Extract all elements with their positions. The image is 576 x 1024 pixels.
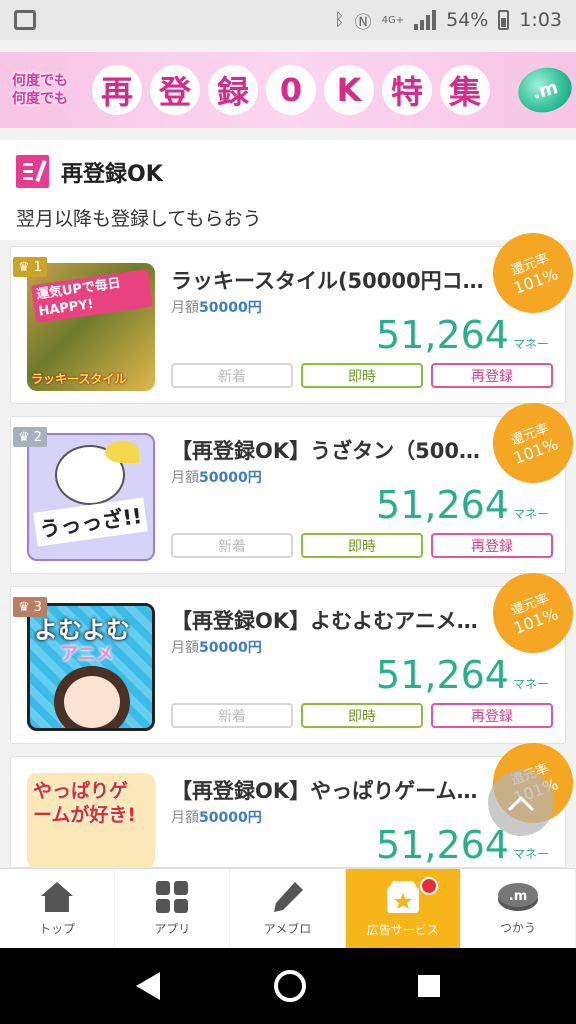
tag-new: 新着	[171, 533, 293, 558]
app-card[interactable]: やっぱりゲームが好き! 【再登録OK】やっぱりゲーム… 月額50000円 51,…	[10, 731, 576, 869]
tag-row: 新着 即時 再登録	[171, 363, 553, 388]
chevron-up-icon	[507, 795, 535, 812]
crown-icon: ♛	[18, 259, 30, 275]
tag-instant: 即時	[301, 533, 423, 558]
tag-instant: 即時	[301, 703, 423, 728]
reward-amount: 51,264 マネー	[376, 653, 549, 697]
coin-icon: .m	[497, 883, 538, 911]
network-type: 4G+	[381, 14, 405, 26]
banner-subtitle: 何度でも 何度でも	[12, 73, 68, 107]
crown-icon: ♛	[18, 599, 30, 615]
thumbnail-caption: ラッキースタイル	[31, 372, 127, 386]
apps-grid-icon	[156, 881, 189, 913]
tag-instant: 即時	[301, 363, 423, 388]
nav-label: 広告サービス	[366, 923, 439, 937]
banner-char: 録	[208, 65, 258, 115]
nfc-icon: Ⓝ	[354, 12, 372, 33]
tag-reregister: 再登録	[431, 703, 553, 728]
notification-dot	[419, 877, 438, 895]
reward-amount: 51,264 マネー	[376, 313, 549, 357]
tag-new: 新着	[171, 703, 293, 728]
price: 月額50000円	[171, 300, 262, 316]
nav-use[interactable]: .m つかう	[461, 869, 576, 948]
rank-badge: ♛ 1	[13, 257, 47, 277]
ad-box-icon	[386, 881, 419, 913]
banner-title: 再 登 録 0 K 特 集	[92, 65, 490, 115]
coin-icon: .m	[513, 61, 576, 119]
scroll-top-button[interactable]	[488, 770, 554, 836]
nav-label: アプリ	[154, 922, 191, 936]
return-rate-badge: 還元率101%	[481, 561, 576, 665]
app-card[interactable]: うっっざ!! ♛ 2 【再登録OK】うざタン（500… 月額50000円 51,2…	[10, 391, 576, 574]
status-bar: ᛒ Ⓝ 4G+ 54% 1:03	[0, 0, 576, 40]
home-icon	[41, 882, 74, 912]
battery-percent: 54%	[446, 9, 489, 31]
price: 月額50000円	[171, 810, 262, 826]
app-card[interactable]: 運気UPで毎日HAPPY! ラッキースタイル ♛ 1 ラッキースタイル(50000…	[10, 221, 576, 404]
promo-banner[interactable]: 何度でも 何度でも 再 登 録 0 K 特 集 .m	[0, 52, 576, 128]
thumbnail-caption: アニメ	[60, 644, 114, 665]
pen-icon	[273, 882, 303, 912]
back-icon[interactable]	[134, 970, 164, 1002]
tag-row: 新着 即時 再登録	[171, 533, 553, 558]
tag-reregister: 再登録	[431, 363, 553, 388]
tag-new: 新着	[171, 363, 293, 388]
bird-crest	[105, 441, 139, 463]
nav-apps[interactable]: アプリ	[115, 869, 231, 948]
system-navigation-bar	[0, 948, 576, 1024]
nav-ameblo[interactable]: アメブロ	[230, 869, 346, 948]
nav-label: トップ	[39, 922, 76, 936]
banner-char: K	[324, 65, 374, 115]
thumbnail-text: うっっざ!!	[33, 497, 148, 547]
crown-icon: ♛	[18, 429, 30, 445]
nav-label: つかう	[499, 921, 536, 935]
app-title[interactable]: 【再登録OK】うざタン（500…	[171, 435, 501, 465]
home-circle-icon[interactable]	[272, 968, 308, 1004]
rank-badge: ♛ 3	[13, 597, 47, 617]
battery-icon	[498, 10, 510, 30]
return-rate-badge: 還元率101%	[481, 391, 576, 495]
banner-char: 特	[382, 65, 432, 115]
nav-top[interactable]: トップ	[0, 869, 116, 948]
banner-char: 登	[150, 65, 200, 115]
app-thumbnail[interactable]: 運気UPで毎日HAPPY! ラッキースタイル	[27, 263, 155, 391]
banner-char: 0	[266, 65, 316, 115]
section-description: 翌月以降も登録してもらおう	[16, 208, 262, 230]
banner-char: 集	[440, 65, 490, 115]
bottom-navigation: トップ アプリ アメブロ 広告サービス .m つかう	[0, 868, 576, 948]
edit-list-icon	[16, 155, 49, 188]
section-title: 再登録OK	[61, 161, 163, 187]
clock: 1:03	[519, 9, 562, 31]
app-title[interactable]: 【再登録OK】やっぱりゲーム…	[171, 775, 501, 805]
price: 月額50000円	[171, 640, 262, 656]
app-title[interactable]: 【再登録OK】よむよむアニメ…	[171, 605, 501, 635]
signal-icon	[414, 10, 437, 30]
app-thumbnail[interactable]: よむよむ アニメ	[27, 603, 155, 731]
tag-row: 新着 即時 再登録	[171, 703, 553, 728]
price: 月額50000円	[171, 470, 262, 486]
tag-reregister: 再登録	[431, 533, 553, 558]
thumbnail-text: 運気UPで毎日HAPPY!	[30, 268, 154, 324]
section-header: 再登録OK 翌月以降も登録してもらおう	[0, 140, 576, 240]
nav-ad-service[interactable]: 広告サービス	[345, 869, 461, 948]
recents-icon[interactable]	[416, 973, 442, 999]
app-thumbnail[interactable]: うっっざ!!	[27, 433, 155, 561]
anime-girl-illustration	[54, 666, 130, 728]
svg-text:.m: .m	[509, 889, 527, 904]
nav-label: アメブロ	[263, 922, 312, 936]
rank-badge: ♛ 2	[13, 427, 47, 447]
reward-amount: 51,264 マネー	[376, 483, 549, 527]
app-thumbnail[interactable]: やっぱりゲームが好き!	[27, 773, 155, 869]
image-notification-icon	[14, 10, 36, 30]
bluetooth-icon: ᛒ	[334, 10, 345, 30]
app-card[interactable]: よむよむ アニメ ♛ 3 【再登録OK】よむよむアニメ… 月額50000円 51,…	[10, 561, 576, 744]
app-title[interactable]: ラッキースタイル(50000円コ…	[171, 265, 501, 295]
banner-char: 再	[92, 65, 142, 115]
thumbnail-text: やっぱりゲームが好き!	[33, 780, 137, 826]
